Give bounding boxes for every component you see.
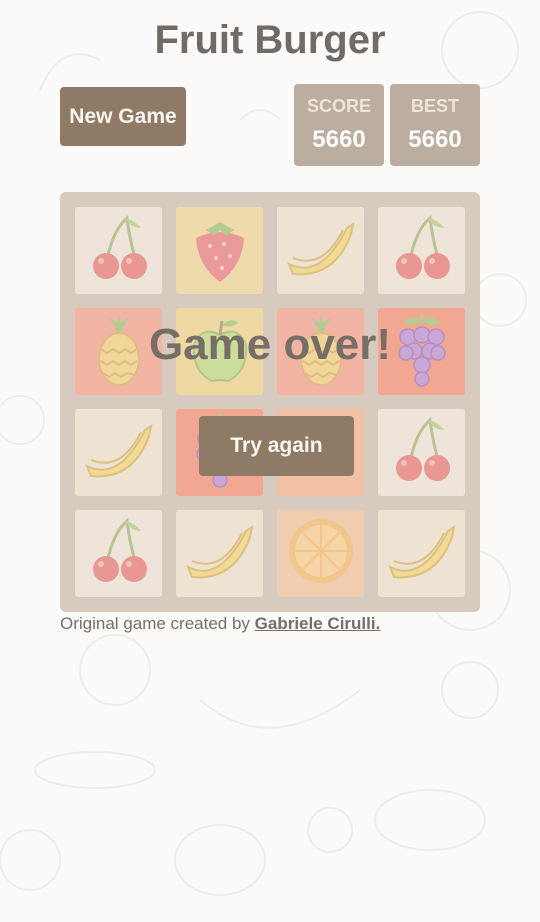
score-box: SCORE 5660 — [294, 84, 384, 166]
game-over-message: Game over! — [148, 320, 392, 369]
best-score-box: BEST 5660 — [390, 84, 480, 166]
score-label: SCORE — [306, 96, 371, 116]
author-link[interactable]: Gabriele Cirulli. — [255, 614, 381, 633]
footer-text: Original game created by — [60, 614, 255, 633]
game-title: Fruit Burger — [154, 18, 386, 62]
best-label: BEST — [410, 96, 459, 116]
game-over-overlay: Game over! Try again — [60, 192, 480, 612]
score-value: 5660 — [312, 126, 366, 153]
best-value: 5660 — [408, 126, 462, 153]
game-board[interactable]: Game over! Try again — [60, 192, 480, 612]
new-game-button[interactable]: New Game — [60, 87, 186, 146]
footer-credit: Original game created by Gabriele Cirull… — [60, 614, 540, 634]
try-again-button[interactable]: Try again — [199, 416, 354, 476]
